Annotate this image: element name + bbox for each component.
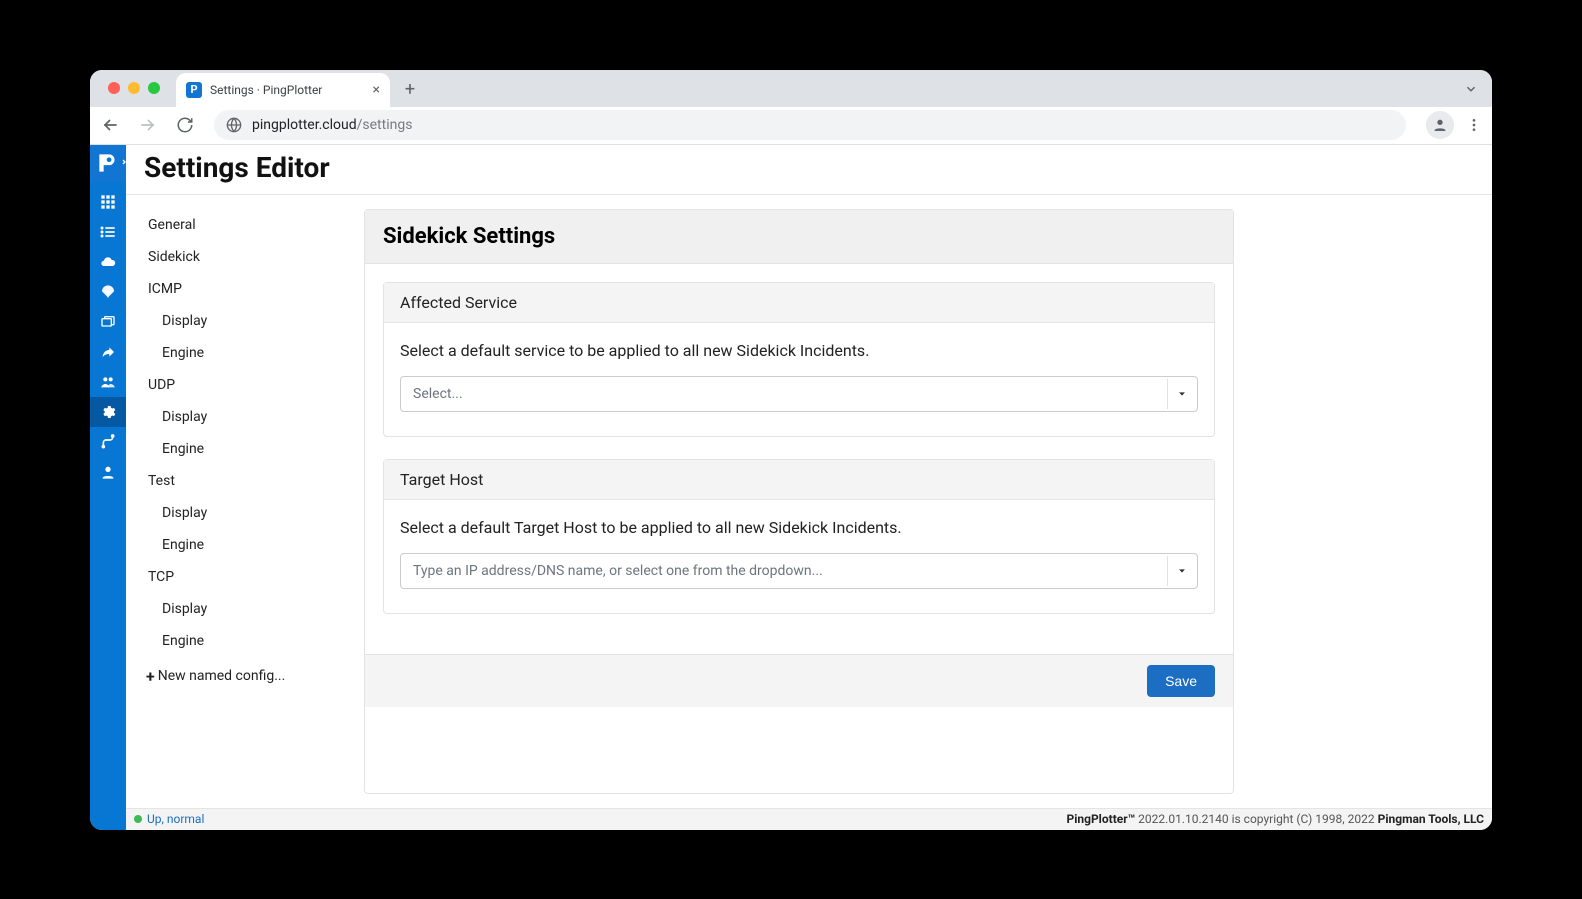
card-description: Select a default Target Host to be appli… (400, 518, 1198, 537)
settings-nav-item[interactable]: Display (144, 305, 344, 337)
reload-button[interactable] (176, 116, 204, 134)
status-product: PingPlotter™ (1066, 812, 1135, 826)
chevron-down-icon (1167, 379, 1195, 409)
sidebar-item-account[interactable] (90, 457, 126, 487)
status-copyright: PingPlotter™ 2022.01.10.2140 is copyrigh… (1066, 812, 1484, 826)
panel-footer: Save (365, 654, 1233, 707)
sidebar-item-dashboard[interactable] (90, 187, 126, 217)
status-version: 2022.01.10.2140 is copyright (C) 1998, 2… (1135, 812, 1377, 826)
app-sidebar (90, 145, 126, 830)
add-named-config-button[interactable]: +New named config... (144, 657, 344, 696)
settings-nav-item[interactable]: Engine (144, 529, 344, 561)
status-text[interactable]: Up, normal (147, 812, 204, 826)
select-placeholder: Type an IP address/DNS name, or select o… (413, 563, 823, 579)
settings-card: Target Host Select a default Target Host … (383, 459, 1215, 614)
sidebar-item-share[interactable] (90, 337, 126, 367)
sidebar-item-users[interactable] (90, 367, 126, 397)
settings-nav: GeneralSidekickICMPDisplayEngineUDPDispl… (144, 209, 344, 794)
browser-tab[interactable]: P Settings · PingPlotter × (176, 73, 390, 107)
page-header: Settings Editor (126, 145, 1492, 195)
settings-card: Affected Service Select a default service… (383, 282, 1215, 437)
status-bar: Up, normal PingPlotter™ 2022.01.10.2140 … (126, 808, 1492, 830)
settings-nav-item[interactable]: TCP (144, 561, 344, 593)
tab-overflow-icon[interactable] (1464, 82, 1478, 96)
chevron-down-icon (1167, 556, 1195, 586)
settings-nav-item[interactable]: Display (144, 401, 344, 433)
sidebar-item-settings[interactable] (90, 397, 126, 427)
panel-title: Sidekick Settings (383, 224, 1215, 249)
window-minimize-button[interactable] (128, 82, 140, 94)
settings-nav-item[interactable]: Sidekick (144, 241, 344, 273)
status-indicator-icon (134, 815, 142, 823)
address-bar[interactable]: pingplotter.cloud/settings (214, 110, 1406, 140)
save-button[interactable]: Save (1147, 665, 1215, 697)
settings-nav-item[interactable]: Test (144, 465, 344, 497)
select-placeholder: Select... (413, 386, 463, 402)
brand-logo-icon[interactable] (90, 145, 126, 181)
sidebar-item-cloud[interactable] (90, 247, 126, 277)
new-tab-button[interactable]: + (396, 76, 424, 104)
card-head: Affected Service (384, 283, 1214, 323)
page-title: Settings Editor (144, 151, 1474, 184)
panel-sidekick-settings: Sidekick Settings Affected Service Select… (364, 209, 1234, 794)
card-select[interactable]: Type an IP address/DNS name, or select o… (400, 553, 1198, 589)
address-path: /settings (357, 117, 413, 133)
forward-button[interactable] (138, 115, 166, 135)
browser-menu-icon[interactable] (1466, 117, 1482, 133)
settings-nav-item[interactable]: Engine (144, 625, 344, 657)
back-button[interactable] (100, 115, 128, 135)
sidebar-item-parachute[interactable] (90, 277, 126, 307)
tab-favicon-icon: P (186, 82, 202, 98)
settings-nav-item[interactable]: General (144, 209, 344, 241)
window-maximize-button[interactable] (148, 82, 160, 94)
card-head: Target Host (384, 460, 1214, 500)
browser-toolbar: pingplotter.cloud/settings (90, 107, 1492, 145)
status-company: Pingman Tools, LLC (1378, 812, 1484, 826)
plus-icon: + (146, 667, 155, 686)
profile-avatar-icon[interactable] (1426, 111, 1454, 139)
settings-nav-item[interactable]: Engine (144, 433, 344, 465)
settings-nav-item[interactable]: UDP (144, 369, 344, 401)
window-close-button[interactable] (108, 82, 120, 94)
card-description: Select a default service to be applied t… (400, 341, 1198, 360)
tab-title: Settings · PingPlotter (210, 83, 322, 97)
sidebar-item-list[interactable] (90, 217, 126, 247)
address-domain: pingplotter.cloud (252, 117, 357, 133)
settings-nav-item[interactable]: ICMP (144, 273, 344, 305)
tab-close-icon[interactable]: × (373, 82, 380, 98)
settings-nav-item[interactable]: Display (144, 593, 344, 625)
card-select[interactable]: Select... (400, 376, 1198, 412)
add-config-label: New named config... (158, 668, 286, 684)
settings-nav-item[interactable]: Engine (144, 337, 344, 369)
sidebar-item-route[interactable] (90, 427, 126, 457)
settings-nav-item[interactable]: Display (144, 497, 344, 529)
browser-titlebar: P Settings · PingPlotter × + (90, 70, 1492, 107)
site-info-icon[interactable] (226, 117, 242, 133)
panel-header: Sidekick Settings (365, 210, 1233, 264)
sidebar-item-screens[interactable] (90, 307, 126, 337)
